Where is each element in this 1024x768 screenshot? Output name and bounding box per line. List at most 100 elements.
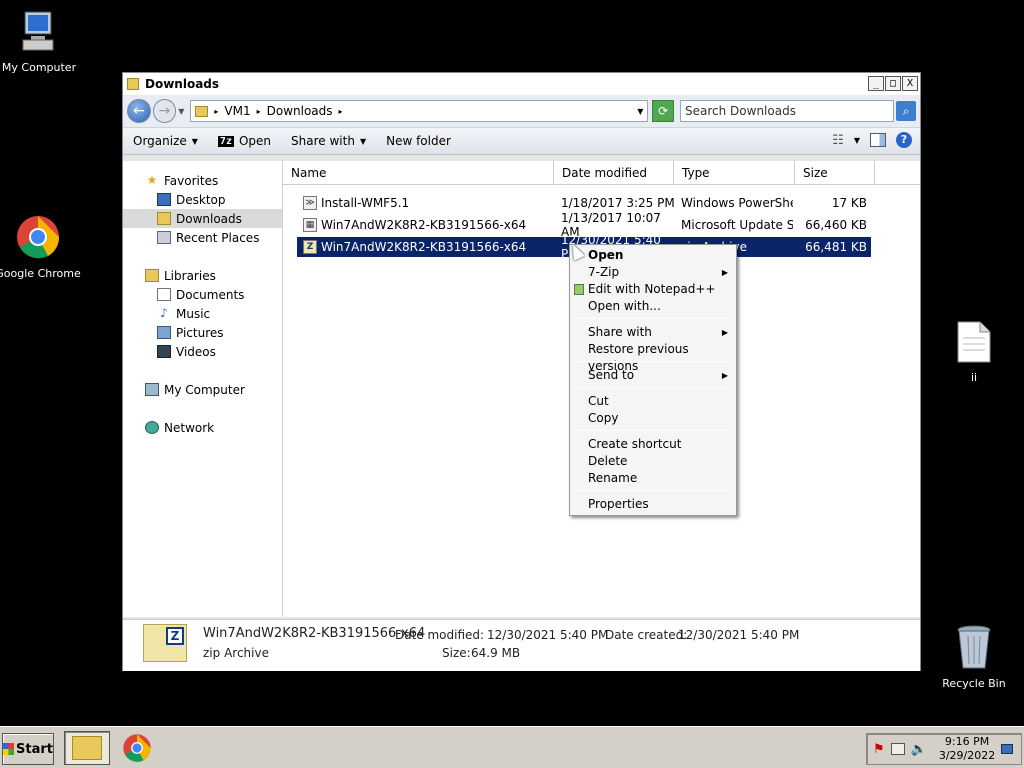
details-file-type: zip Archive	[203, 646, 269, 660]
start-button[interactable]: Start	[2, 733, 54, 765]
close-button[interactable]: X	[902, 76, 918, 91]
column-size[interactable]: Size	[795, 161, 875, 185]
back-button[interactable]: ←	[127, 99, 151, 123]
pictures-icon	[157, 326, 171, 339]
menu-item-send-to[interactable]: Send to ▶	[570, 367, 736, 384]
new-folder-label: New folder	[386, 134, 451, 148]
nav-my-computer[interactable]: My Computer	[123, 380, 282, 399]
arrow-left-icon: ←	[132, 103, 145, 119]
menu-item-edit-notepad[interactable]: Edit with Notepad++	[570, 281, 736, 298]
chrome-icon	[123, 734, 151, 762]
volume-icon[interactable]: 🔈	[911, 742, 927, 757]
action-center-flag-icon[interactable]: ⚑	[873, 742, 885, 757]
breadcrumb-downloads[interactable]: Downloads	[267, 104, 333, 118]
breadcrumb-vm1[interactable]: VM1	[224, 104, 250, 118]
details-size: 64.9 MB	[471, 646, 521, 660]
help-icon[interactable]: ?	[896, 132, 912, 148]
nav-recent-places[interactable]: Recent Places	[123, 228, 282, 247]
music-icon: ♪	[160, 306, 168, 320]
menu-item-restore-versions[interactable]: Restore previous versions	[570, 341, 736, 373]
column-date-modified[interactable]: Date modified	[554, 161, 674, 185]
taskbar: Start ⚑ 🔈 9:16 PM 3/29/2022	[0, 726, 1024, 768]
menu-item-copy[interactable]: Copy	[570, 410, 736, 427]
nav-libraries[interactable]: Libraries	[123, 266, 282, 285]
column-name[interactable]: Name	[283, 161, 554, 185]
file-name: Win7AndW2K8R2-KB3191566-x64	[321, 218, 527, 232]
taskbar-chrome-button[interactable]	[114, 731, 160, 765]
computer-icon	[145, 383, 159, 396]
recycle-bin-icon	[957, 625, 991, 669]
menu-item-cut[interactable]: Cut	[570, 393, 736, 410]
breadcrumb-separator-icon[interactable]: ▸	[339, 107, 343, 116]
nav-documents[interactable]: Documents	[123, 285, 282, 304]
nav-label: Downloads	[176, 211, 242, 226]
zip-archive-icon: Z	[303, 240, 317, 254]
chevron-down-icon: ▼	[359, 136, 367, 146]
column-type[interactable]: Type	[674, 161, 795, 185]
view-dropdown-icon[interactable]: ▼	[854, 136, 860, 145]
organize-button[interactable]: Organize ▼	[133, 134, 198, 148]
nav-videos[interactable]: Videos	[123, 342, 282, 361]
folder-icon	[195, 105, 209, 117]
desktop-icon-recycle-bin[interactable]: Recycle Bin	[929, 624, 1019, 690]
nav-label: Libraries	[164, 268, 216, 283]
desktop-icon-my-computer[interactable]: My Computer	[0, 10, 84, 74]
open-button[interactable]: 7z Open	[217, 134, 271, 148]
clock-time: 9:16 PM	[944, 735, 990, 748]
breadcrumb-separator-icon[interactable]: ▸	[214, 107, 218, 116]
share-with-button[interactable]: Share with ▼	[291, 134, 366, 148]
update-package-icon: ▦	[303, 218, 317, 232]
recent-places-icon	[157, 231, 171, 244]
new-folder-button[interactable]: New folder	[386, 134, 451, 148]
table-row[interactable]: ▦ Win7AndW2K8R2-KB3191566-x64 1/13/2017 1…	[297, 211, 871, 239]
preview-pane-icon[interactable]	[870, 133, 886, 147]
desktop-icon-ii[interactable]: ii	[929, 320, 1019, 384]
menu-item-7zip[interactable]: 7-Zip ▶	[570, 264, 736, 281]
submenu-arrow-icon: ▶	[721, 268, 728, 277]
submenu-arrow-icon: ▶	[721, 328, 728, 337]
nav-music[interactable]: ♪ Music	[123, 304, 282, 323]
title-bar[interactable]: Downloads _ □ X	[123, 73, 920, 95]
taskbar-explorer-button[interactable]	[64, 731, 110, 765]
file-date: 1/18/2017 3:25 PM	[561, 196, 675, 210]
context-menu: Open 7-Zip ▶ Edit with Notepad++ Open wit…	[569, 244, 737, 516]
forward-button[interactable]: →	[152, 99, 177, 123]
menu-item-properties[interactable]: Properties	[570, 496, 736, 513]
maximize-button[interactable]: □	[885, 76, 901, 91]
menu-item-share-with[interactable]: Share with ▶	[570, 324, 736, 341]
menu-item-open-with[interactable]: Open with...	[570, 298, 736, 315]
recent-pages-dropdown[interactable]: ▼	[178, 107, 184, 116]
file-size: 66,460 KB	[805, 218, 867, 232]
nav-network[interactable]: Network	[123, 418, 282, 437]
search-button[interactable]: ⌕	[896, 101, 916, 121]
folder-icon	[127, 78, 139, 90]
menu-item-rename[interactable]: Rename	[570, 470, 736, 487]
details-pane: Z Win7AndW2K8R2-KB3191566-x64 zip Archiv…	[123, 619, 920, 671]
file-type: Microsoft Update St...	[681, 218, 793, 232]
menu-item-open[interactable]: Open	[570, 247, 736, 264]
desktop-icon-google-chrome[interactable]: Google Chrome	[0, 214, 83, 280]
menu-item-delete[interactable]: Delete	[570, 453, 736, 470]
file-type: Windows PowerShel...	[681, 196, 793, 210]
table-row[interactable]: ≫ Install-WMF5.1 1/18/2017 3:25 PM Window…	[297, 193, 871, 213]
refresh-button[interactable]: ⟳	[652, 100, 674, 122]
menu-label: Share with	[588, 325, 652, 339]
network-status-icon[interactable]	[890, 743, 905, 755]
network-icon	[145, 421, 159, 434]
file-name: Win7AndW2K8R2-KB3191566-x64	[321, 240, 527, 254]
address-bar[interactable]: ▸ VM1 ▸ Downloads ▸ ▼	[190, 100, 649, 122]
show-desktop-icon[interactable]	[1001, 744, 1014, 754]
view-options-icon[interactable]: ☷	[832, 133, 844, 148]
search-input[interactable]: Search Downloads	[680, 100, 895, 122]
nav-favorites[interactable]: ★ Favorites	[123, 171, 282, 190]
breadcrumb-separator-icon[interactable]: ▸	[257, 107, 261, 116]
file-size: 17 KB	[831, 196, 867, 210]
downloads-folder-icon	[157, 212, 171, 225]
minimize-button[interactable]: _	[868, 76, 884, 91]
nav-desktop[interactable]: Desktop	[123, 190, 282, 209]
nav-pictures[interactable]: Pictures	[123, 323, 282, 342]
clock[interactable]: 9:16 PM 3/29/2022	[939, 735, 995, 763]
menu-item-create-shortcut[interactable]: Create shortcut	[570, 436, 736, 453]
address-dropdown-icon[interactable]: ▼	[637, 107, 643, 116]
nav-downloads[interactable]: Downloads	[123, 209, 282, 228]
